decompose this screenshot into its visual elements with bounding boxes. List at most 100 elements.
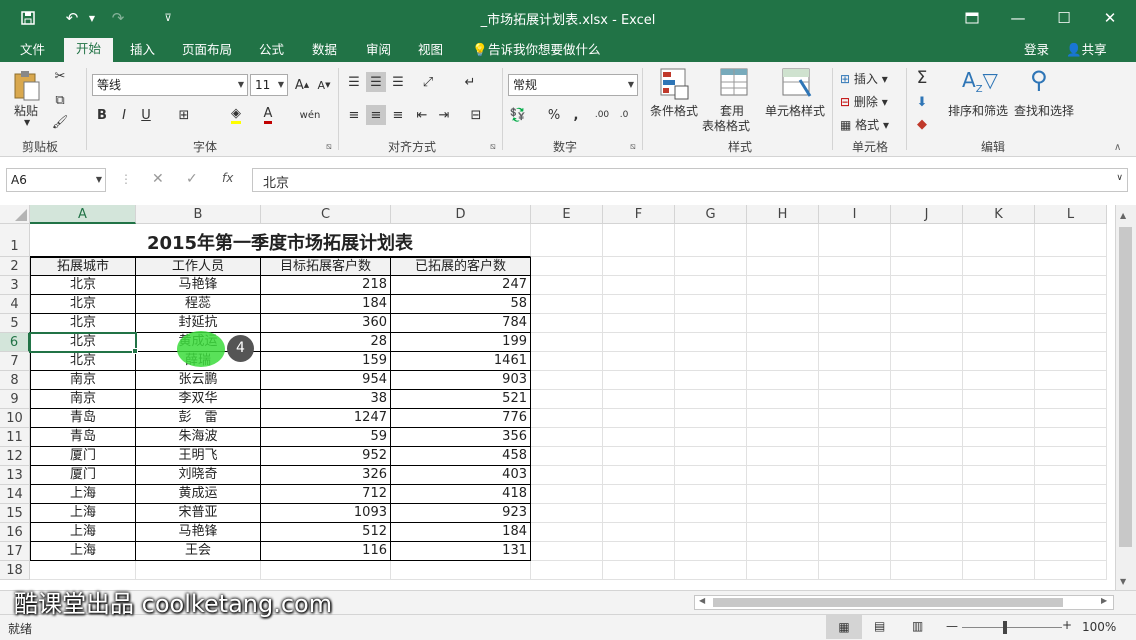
column-header-i[interactable]: I [819, 205, 891, 224]
zoom-out-icon[interactable]: — [946, 619, 958, 633]
tell-me-box[interactable]: 告诉我你想要做什么 [488, 40, 601, 60]
cell-styles-button[interactable]: 单元格样式 [765, 102, 825, 119]
font-size-select[interactable]: 11 ▼ [250, 74, 288, 96]
header-cell[interactable]: 拓展城市 [30, 257, 136, 276]
empty-cell[interactable] [531, 561, 603, 580]
empty-cell[interactable] [819, 542, 891, 561]
empty-cell[interactable] [819, 371, 891, 390]
empty-cell[interactable] [819, 523, 891, 542]
row-header-18[interactable]: 18 [0, 561, 30, 580]
empty-cell[interactable] [675, 428, 747, 447]
empty-cell[interactable] [531, 390, 603, 409]
empty-cell[interactable] [675, 333, 747, 352]
tab-page-layout[interactable]: 页面布局 [182, 40, 232, 60]
empty-cell[interactable] [1035, 542, 1107, 561]
empty-cell[interactable] [675, 224, 747, 257]
find-select-button[interactable]: 查找和选择 [1014, 102, 1074, 119]
empty-cell[interactable] [531, 447, 603, 466]
empty-cell[interactable] [603, 466, 675, 485]
column-header-j[interactable]: J [891, 205, 963, 224]
page-break-view-icon[interactable]: ▥ [912, 619, 923, 633]
empty-cell[interactable] [1035, 224, 1107, 257]
row-header-8[interactable]: 8 [0, 371, 30, 390]
data-cell[interactable]: 厦门 [30, 447, 136, 466]
format-as-table-label-2[interactable]: 表格格式 [702, 117, 750, 134]
find-select-icon[interactable]: ⚲ [1030, 66, 1048, 94]
empty-cell[interactable] [963, 333, 1035, 352]
empty-cell[interactable] [675, 295, 747, 314]
data-cell[interactable]: 上海 [30, 542, 136, 561]
format-cells-button[interactable]: ▦ 格式 ▾ [840, 116, 889, 133]
increase-decimal-icon[interactable]: .00 [592, 105, 612, 125]
empty-cell[interactable] [963, 295, 1035, 314]
data-cell[interactable]: 458 [391, 447, 531, 466]
merge-center-icon[interactable]: ⊟ [466, 105, 486, 125]
data-cell[interactable]: 张云鹏 [136, 371, 261, 390]
empty-cell[interactable] [891, 466, 963, 485]
empty-cell[interactable] [963, 257, 1035, 276]
data-cell[interactable]: 李双华 [136, 390, 261, 409]
empty-cell[interactable] [819, 428, 891, 447]
empty-cell[interactable] [891, 295, 963, 314]
empty-cell[interactable] [603, 333, 675, 352]
empty-cell[interactable] [747, 352, 819, 371]
data-cell[interactable]: 512 [261, 523, 391, 542]
align-top-icon[interactable]: ☰ [344, 72, 364, 92]
empty-cell[interactable] [963, 561, 1035, 580]
empty-cell[interactable] [819, 466, 891, 485]
empty-cell[interactable] [675, 447, 747, 466]
column-header-h[interactable]: H [747, 205, 819, 224]
row-header-16[interactable]: 16 [0, 523, 30, 542]
data-cell[interactable]: 356 [391, 428, 531, 447]
cut-icon[interactable]: ✂ [50, 66, 70, 86]
data-cell[interactable]: 784 [391, 314, 531, 333]
scroll-up-icon[interactable]: ▲ [1120, 211, 1126, 220]
data-cell[interactable]: 朱海波 [136, 428, 261, 447]
close-icon[interactable]: ✕ [1098, 6, 1122, 30]
paste-dropdown-icon[interactable]: ▼ [24, 118, 30, 127]
zoom-in-icon[interactable]: + [1062, 618, 1072, 632]
data-cell[interactable]: 418 [391, 485, 531, 504]
empty-cell[interactable] [603, 447, 675, 466]
conditional-format-button[interactable]: 条件格式 [650, 102, 698, 119]
empty-cell[interactable] [675, 466, 747, 485]
decrease-font-icon[interactable]: A ▼ [314, 75, 334, 95]
data-cell[interactable]: 58 [391, 295, 531, 314]
empty-cell[interactable] [891, 352, 963, 371]
insert-cells-button[interactable]: ⊞ 插入 ▾ [840, 70, 888, 87]
column-header-k[interactable]: K [963, 205, 1035, 224]
data-cell[interactable]: 1247 [261, 409, 391, 428]
empty-cell[interactable] [747, 390, 819, 409]
empty-cell[interactable] [891, 257, 963, 276]
format-as-table-icon[interactable] [720, 68, 750, 103]
empty-cell[interactable] [1035, 504, 1107, 523]
horizontal-scrollbar[interactable]: ◀ ▶ [694, 595, 1114, 610]
empty-cell[interactable] [963, 466, 1035, 485]
row-header-17[interactable]: 17 [0, 542, 30, 561]
minimize-icon[interactable]: — [1006, 6, 1030, 30]
cell-styles-icon[interactable] [782, 68, 812, 103]
empty-cell[interactable] [891, 523, 963, 542]
empty-cell[interactable] [675, 371, 747, 390]
delete-cells-button[interactable]: ⊟ 删除 ▾ [840, 93, 888, 110]
sheet-title-cell[interactable]: 2015年第一季度市场拓展计划表 [30, 224, 531, 257]
select-all-corner[interactable] [0, 205, 30, 224]
paste-icon[interactable] [12, 70, 42, 101]
empty-cell[interactable] [675, 257, 747, 276]
tab-data[interactable]: 数据 [312, 40, 337, 60]
row-header-13[interactable]: 13 [0, 466, 30, 485]
empty-cell[interactable] [675, 523, 747, 542]
empty-cell[interactable] [891, 428, 963, 447]
empty-cell[interactable] [531, 504, 603, 523]
data-cell[interactable]: 1461 [391, 352, 531, 371]
increase-font-icon[interactable]: A ▲ [292, 75, 312, 95]
empty-cell[interactable] [603, 485, 675, 504]
empty-cell[interactable] [1035, 428, 1107, 447]
empty-cell[interactable] [603, 542, 675, 561]
empty-cell[interactable] [1035, 314, 1107, 333]
data-cell[interactable]: 360 [261, 314, 391, 333]
row-header-7[interactable]: 7 [0, 352, 30, 371]
data-cell[interactable]: 59 [261, 428, 391, 447]
login-link[interactable]: 登录 [1024, 40, 1049, 60]
collapse-ribbon-icon[interactable]: ∧ [1114, 142, 1121, 153]
